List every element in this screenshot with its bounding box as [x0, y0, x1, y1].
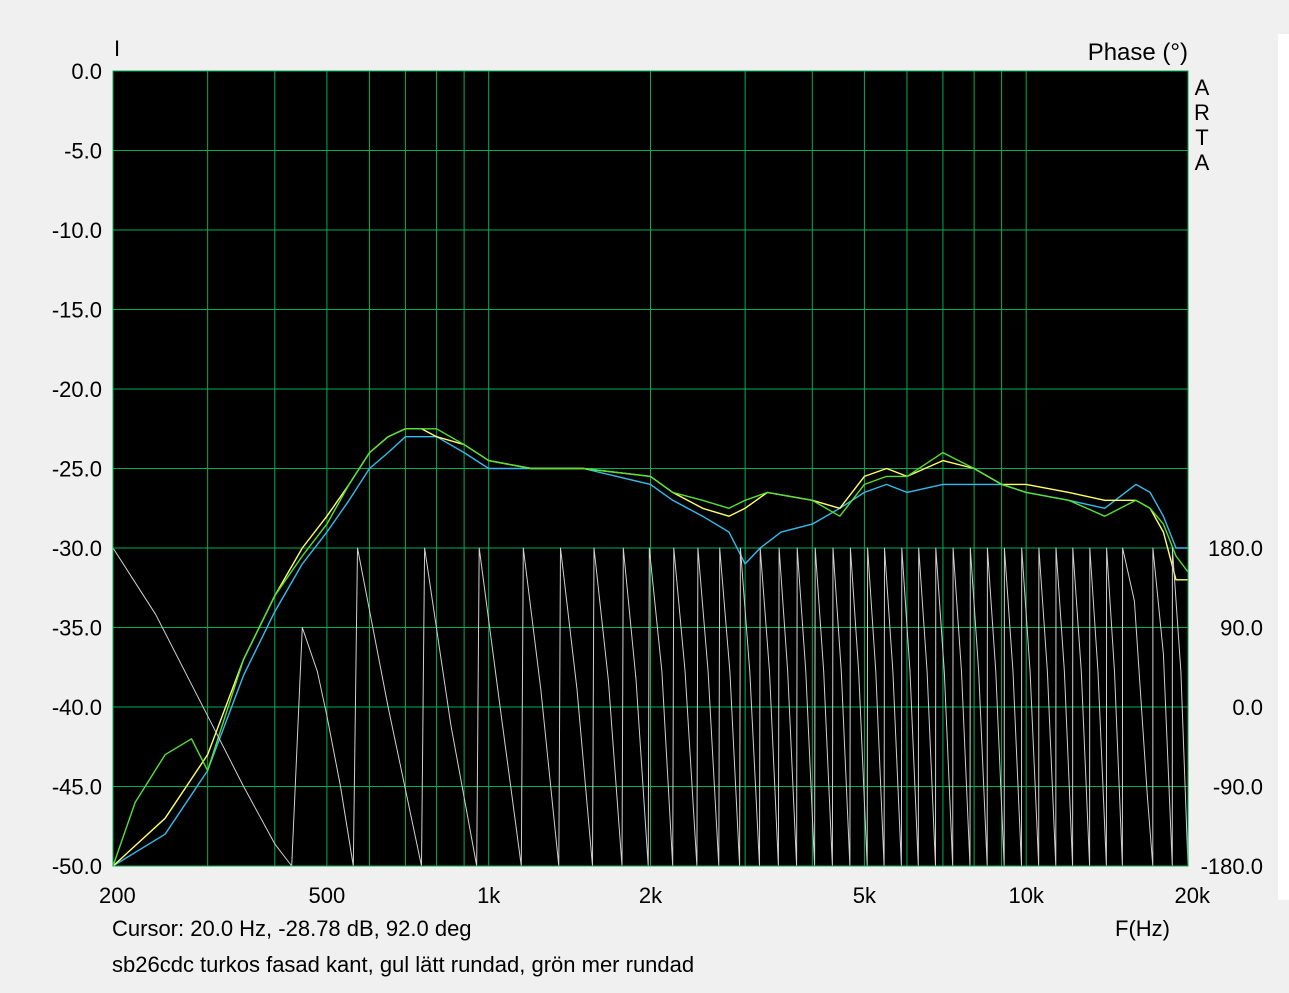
- y2-tick-label: 0.0: [1232, 695, 1263, 720]
- y-tick-label: -50.0: [52, 854, 102, 879]
- y-tick-labels: 0.0 -5.0 -10.0 -15.0 -20.0 -25.0 -30.0 -35.0 -40…: [52, 59, 102, 879]
- x-tick-label: 20k: [1175, 883, 1211, 908]
- y2-tick-label: -90.0: [1213, 775, 1263, 800]
- y2-tick-label: 180.0: [1208, 536, 1263, 561]
- y2-tick-label: -180.0: [1201, 854, 1263, 879]
- y-tick-label: -20.0: [52, 377, 102, 402]
- y-tick-label: -25.0: [52, 457, 102, 482]
- chart-caption: sb26cdc turkos fasad kant, gul lätt rund…: [112, 952, 695, 977]
- logo-letter: T: [1195, 125, 1208, 150]
- y-tick-label: -40.0: [52, 695, 102, 720]
- x-tick-label: 2k: [639, 883, 663, 908]
- x-tick-labels: 200 500 1k 2k 5k 10k 20k: [99, 883, 1211, 908]
- y-tick-label: -30.0: [52, 536, 102, 561]
- logo-letter: A: [1195, 75, 1210, 100]
- y-tick-label: -15.0: [52, 298, 102, 323]
- x-tick-label: 1k: [477, 883, 501, 908]
- x-axis-title: F(Hz): [1115, 916, 1170, 941]
- logo-letter: A: [1195, 150, 1210, 175]
- y-tick-label: -10.0: [52, 218, 102, 243]
- x-tick-label: 200: [99, 883, 136, 908]
- x-tick-label: 500: [309, 883, 346, 908]
- arta-logo: ARTA: [1194, 75, 1210, 175]
- y-tick-label: 0.0: [71, 59, 102, 84]
- response-chart: 0.0 -5.0 -10.0 -15.0 -20.0 -25.0 -30.0 -35.0 -40…: [52, 36, 1263, 908]
- cursor-readout: Cursor: 20.0 Hz, -28.78 dB, 92.0 deg: [112, 916, 472, 941]
- y-tick-label: -5.0: [64, 139, 102, 164]
- x-tick-label: 5k: [853, 883, 877, 908]
- x-tick-label: 10k: [1008, 883, 1044, 908]
- y2-tick-labels: 180.0 90.0 0.0 -90.0 -180.0: [1201, 536, 1263, 879]
- right-edge-strip: [1278, 34, 1289, 900]
- y-tick-label: -45.0: [52, 775, 102, 800]
- left-axis-marker: I: [114, 36, 120, 61]
- y2-tick-label: 90.0: [1220, 616, 1263, 641]
- y-tick-label: -35.0: [52, 616, 102, 641]
- right-axis-title: Phase (°): [1088, 39, 1188, 66]
- logo-letter: R: [1194, 100, 1210, 125]
